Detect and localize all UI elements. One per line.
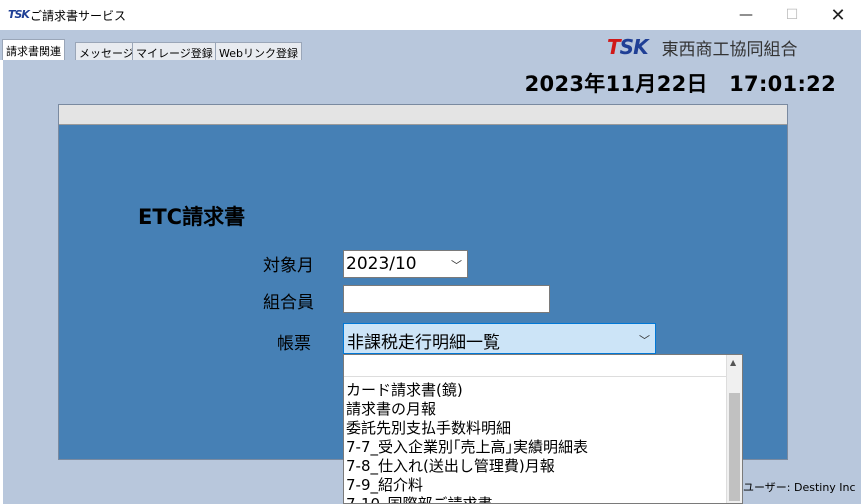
form-dropdown-list[interactable]: カード請求書(鏡) 請求書の月報 委託先別支払手数料明細 7-7_受入企業別｢売… [343, 354, 743, 504]
list-item[interactable]: 請求書の月報 [346, 400, 588, 419]
app-logo: TSK [8, 8, 30, 21]
dropdown-blank-item[interactable] [344, 355, 727, 377]
panel-title: ETC請求書 [138, 205, 246, 229]
title-bar: TSK ご請求書サービス — ☐ ✕ [0, 0, 861, 30]
close-button[interactable]: ✕ [815, 0, 861, 30]
tab-weblink[interactable]: Webリンク登録 [215, 42, 302, 60]
tab-invoice[interactable]: 請求書関連 [2, 39, 65, 61]
tab-bar: 請求書関連 メッセージ マイレージ登録 Webリンク登録 TSK 東西商工協同組… [0, 30, 861, 61]
window-title: ご請求書サービス [30, 9, 127, 23]
dropdown-scrollbar[interactable]: ▲ [726, 355, 742, 503]
member-label: 組合員 [263, 293, 314, 313]
brand-logo: TSK 東西商工協同組合 [607, 35, 798, 60]
month-label: 対象月 [263, 256, 314, 276]
form-label: 帳票 [277, 334, 311, 354]
datetime-display: 2023年11月22日 17:01:22 [524, 72, 836, 96]
scrollbar-thumb[interactable] [729, 393, 740, 501]
list-item[interactable]: カード請求書(鏡) [346, 381, 588, 400]
form-select[interactable]: 非課税走行明細一覧 ﹀ [343, 323, 656, 354]
tab-mileage[interactable]: マイレージ登録 [132, 42, 217, 60]
list-item[interactable]: 7-7_受入企業別｢売上高｣実績明細表 [346, 438, 588, 457]
form-select-value: 非課税走行明細一覧 [347, 333, 500, 353]
scroll-up-icon[interactable]: ▲ [730, 358, 736, 367]
list-item[interactable]: 委託先別支払手数料明細 [346, 419, 588, 438]
brand-name: 東西商工協同組合 [661, 39, 798, 60]
month-select-value: 2023/10 [346, 254, 417, 274]
chevron-down-icon[interactable]: ﹀ [451, 257, 462, 273]
tsk-logo-icon: TSK [607, 35, 649, 59]
status-user: ユーザー: Destiny Inc [743, 481, 856, 494]
maximize-button[interactable]: ☐ [769, 0, 815, 30]
tab-message[interactable]: メッセージ [75, 42, 138, 60]
panel-header-bar [59, 105, 787, 125]
list-item[interactable]: 7-9_紹介料 [346, 476, 588, 495]
list-item[interactable]: 7-10_国際部ご請求書 [346, 495, 588, 503]
list-item[interactable]: 7-8_仕入れ(送出し管理費)月報 [346, 457, 588, 476]
month-select[interactable]: 2023/10 ﹀ [343, 250, 468, 278]
member-input[interactable] [343, 285, 550, 313]
chevron-down-icon[interactable]: ﹀ [639, 332, 650, 348]
minimize-button[interactable]: — [723, 0, 769, 30]
